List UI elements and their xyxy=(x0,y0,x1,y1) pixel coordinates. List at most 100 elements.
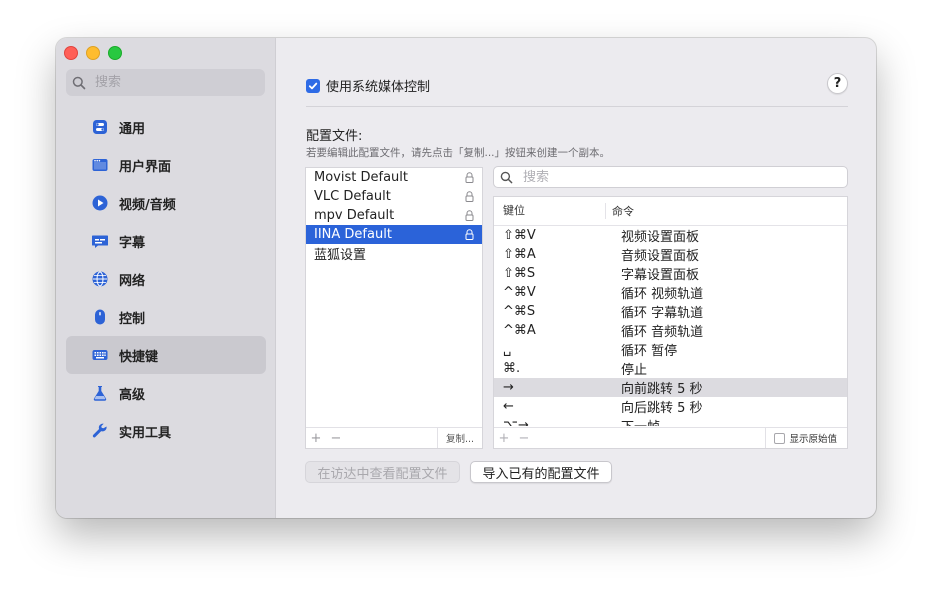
reveal-in-finder-button[interactable]: 在访达中查看配置文件 xyxy=(305,461,460,483)
sidebar-item-ui[interactable]: 用户界面 xyxy=(66,146,266,184)
checkmark-icon xyxy=(308,82,318,89)
profiles-title: 配置文件: xyxy=(306,129,363,144)
column-header-key[interactable]: 键位 xyxy=(494,203,606,219)
sidebar-item-utilities[interactable]: 实用工具 xyxy=(66,412,266,450)
command-cell: 下一帧 xyxy=(612,416,660,426)
profile-item[interactable]: mpv Default xyxy=(306,206,482,225)
minimize-window-button[interactable] xyxy=(86,46,100,60)
divider xyxy=(306,106,848,107)
key-cell: ^⌘A xyxy=(503,323,536,338)
table-row[interactable]: ^⌘V 循环 视频轨道 xyxy=(494,283,847,302)
shortcuts-pane: 使用系统媒体控制 ? 配置文件: 若要编辑此配置文件，请先点击「复制...」按钮… xyxy=(276,38,876,518)
profile-name: IINA Default xyxy=(314,227,392,242)
add-profile-button[interactable]: + xyxy=(306,431,326,446)
profile-name: VLC Default xyxy=(314,189,391,204)
show-raw-values-option[interactable]: 显示原始值 xyxy=(765,428,847,448)
table-header: 键位 命令 xyxy=(494,197,847,226)
sidebar-item-label: 通用 xyxy=(119,121,146,137)
table-row[interactable]: ^⌘S 循环 字幕轨道 xyxy=(494,302,847,321)
add-shortcut-button[interactable]: + xyxy=(494,431,514,446)
media-control-label: 使用系统媒体控制 xyxy=(326,80,431,95)
sidebar-item-advanced[interactable]: 高级 xyxy=(66,374,266,412)
sidebar-item-video-audio[interactable]: 视频/音频 xyxy=(66,184,266,222)
profile-name: mpv Default xyxy=(314,208,395,223)
sidebar-item-label: 实用工具 xyxy=(119,425,172,441)
profile-item[interactable]: Movist Default xyxy=(306,168,482,187)
media-control-option[interactable]: 使用系统媒体控制 xyxy=(306,76,430,95)
window-icon xyxy=(92,157,108,173)
shortcuts-table: 键位 命令 ⇧⌘V 视频设置面板 ⇧⌘A 音频设置面板 ⇧⌘S 字幕设置面板 ^⌘V 循… xyxy=(493,196,848,449)
lock-icon xyxy=(464,172,474,183)
key-cell: → xyxy=(503,380,514,395)
remove-profile-button[interactable]: − xyxy=(326,431,346,446)
key-cell: ⌘. xyxy=(503,361,521,376)
sidebar-item-label: 控制 xyxy=(119,311,146,327)
command-cell: 音频设置面板 xyxy=(621,249,700,264)
keyboard-icon xyxy=(92,347,108,363)
key-cell: ⇧⌘S xyxy=(503,266,536,281)
shortcut-search[interactable] xyxy=(493,166,848,188)
table-row[interactable]: ⇧⌘A 音频设置面板 xyxy=(494,245,847,264)
profile-list-toolbar: + − 复制... xyxy=(306,427,482,448)
key-cell: ← xyxy=(503,399,514,414)
profile-list[interactable]: Movist Default VLC Default mpv Default I… xyxy=(305,167,483,449)
profile-item[interactable]: VLC Default xyxy=(306,187,482,206)
table-row[interactable]: ⇧⌘V 视频设置面板 xyxy=(494,226,847,245)
sidebar: 通用 用户界面 视频/音频 字幕 xyxy=(56,38,276,518)
sidebar-search-input[interactable] xyxy=(93,74,257,91)
sidebar-item-label: 高级 xyxy=(119,387,146,403)
toggle-icon xyxy=(92,119,108,135)
search-icon xyxy=(500,171,513,183)
profile-name: Movist Default xyxy=(314,170,408,185)
sidebar-item-control[interactable]: 控制 xyxy=(66,298,266,336)
command-cell: 循环 音频轨道 xyxy=(621,325,704,340)
profiles-description: 若要编辑此配置文件，请先点击「复制...」按钮来创建一个副本。 xyxy=(306,147,611,159)
sidebar-item-label: 快捷键 xyxy=(119,349,159,365)
table-row-highlighted[interactable]: → 向前跳转 5 秒 xyxy=(494,378,847,397)
command-cell: 视频设置面板 xyxy=(621,230,700,245)
sidebar-item-label: 网络 xyxy=(119,273,146,289)
command-cell: 向前跳转 5 秒 xyxy=(621,382,703,397)
column-header-command[interactable]: 命令 xyxy=(606,203,634,219)
close-window-button[interactable] xyxy=(64,46,78,60)
table-row[interactable]: ⇧⌘S 字幕设置面板 xyxy=(494,264,847,283)
key-cell: ⌥→ xyxy=(503,418,529,426)
command-cell: 循环 视频轨道 xyxy=(621,287,704,302)
profile-item-selected[interactable]: IINA Default xyxy=(306,225,482,244)
lock-icon xyxy=(464,229,474,240)
profile-item[interactable]: 蓝狐设置 xyxy=(306,244,482,263)
search-icon xyxy=(72,76,86,89)
sidebar-item-network[interactable]: 网络 xyxy=(66,260,266,298)
sidebar-item-general[interactable]: 通用 xyxy=(66,108,266,146)
sidebar-nav: 通用 用户界面 视频/音频 字幕 网络 控制 快捷键 高级 实用工具 xyxy=(66,108,266,450)
mouse-icon xyxy=(92,309,108,325)
import-profile-button[interactable]: 导入已有的配置文件 xyxy=(470,461,612,483)
remove-shortcut-button[interactable]: − xyxy=(514,431,534,446)
sidebar-item-label: 用户界面 xyxy=(119,159,172,175)
sidebar-item-shortcuts[interactable]: 快捷键 xyxy=(66,336,266,374)
duplicate-profile-button[interactable]: 复制... xyxy=(436,428,482,448)
command-cell: 字幕设置面板 xyxy=(621,268,700,283)
command-cell: 循环 字幕轨道 xyxy=(621,306,704,321)
window-controls xyxy=(64,46,122,60)
table-row[interactable]: ⌘. 停止 xyxy=(494,359,847,378)
shortcuts-table-toolbar: + − 显示原始值 xyxy=(494,427,847,448)
sidebar-search[interactable] xyxy=(66,69,265,96)
media-control-checkbox[interactable] xyxy=(306,78,320,93)
lock-icon xyxy=(464,191,474,202)
shortcut-search-input[interactable] xyxy=(521,168,825,186)
command-cell: 停止 xyxy=(621,363,648,378)
flask-icon xyxy=(92,385,108,401)
key-cell: ⇧⌘A xyxy=(503,247,536,262)
table-row[interactable]: ← 向后跳转 5 秒 xyxy=(494,397,847,416)
table-row[interactable]: ⌥→ 下一帧 xyxy=(494,416,847,426)
table-row[interactable]: ^⌘A 循环 音频轨道 xyxy=(494,321,847,340)
help-button[interactable]: ? xyxy=(827,73,848,94)
sidebar-item-label: 视频/音频 xyxy=(119,197,176,213)
table-row[interactable]: ␣ 循环 暂停 xyxy=(494,340,847,359)
sidebar-item-subtitles[interactable]: 字幕 xyxy=(66,222,266,260)
lock-icon xyxy=(464,210,474,221)
show-raw-values-checkbox[interactable] xyxy=(774,432,786,444)
zoom-window-button[interactable] xyxy=(108,46,122,60)
wrench-icon xyxy=(92,423,108,439)
